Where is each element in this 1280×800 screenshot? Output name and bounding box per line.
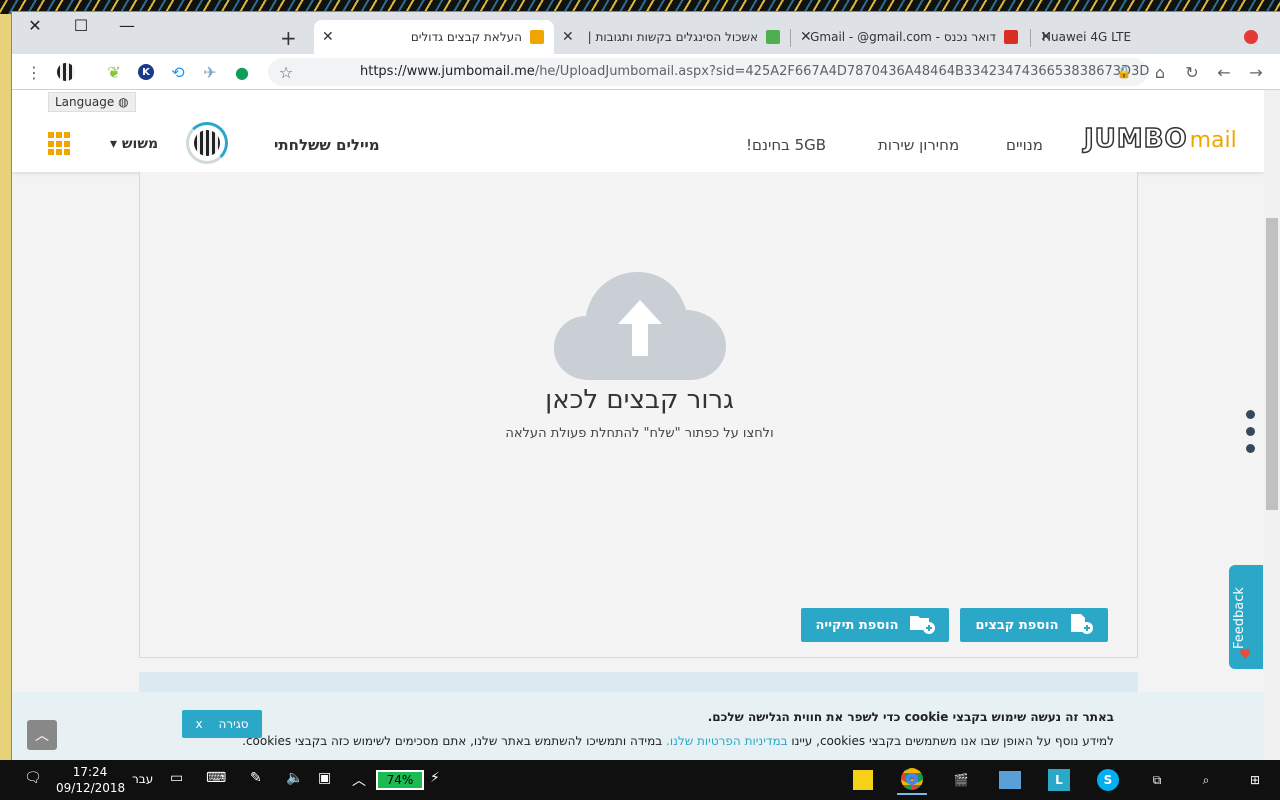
browser-toolbar: ⋮ ❦ K ⟲ ✈ ● ☆ https://www.jumbomail.me/h… — [12, 54, 1280, 90]
menu-kebab-icon[interactable]: ⋮ — [24, 62, 44, 82]
tab-title: דואר נכנס - Gmail - @gmail.com — [810, 30, 996, 44]
input-language[interactable]: עבר — [132, 772, 153, 786]
caret-down-icon: ▾ — [110, 136, 118, 152]
notification-icon[interactable]: 🗨 — [24, 770, 42, 786]
tab-title: אשכול הסינגלים בקשות ותגובות | — [587, 30, 758, 44]
show-hidden-icons-icon[interactable]: ︿ — [352, 770, 366, 790]
volume-icon[interactable]: 🔈 — [286, 770, 303, 786]
nav-free-link[interactable]: 5GB בחינם! — [746, 136, 826, 154]
back-icon[interactable]: ← — [1214, 62, 1234, 82]
add-folder-button[interactable]: הוספת תיקייה — [801, 608, 949, 642]
drop-zone[interactable]: גרור קבצים לכאן ולחצו על כפתור "שלח" להת… — [139, 172, 1138, 658]
tab-favicon-icon — [530, 30, 544, 44]
close-window-button[interactable]: ✕ — [12, 12, 58, 38]
cookie-banner: ︿ סגירה x באתר זה נעשה שימוש בקבצי cooki… — [12, 692, 1264, 760]
tab-close-icon[interactable]: ✕ — [562, 29, 574, 45]
pen-icon[interactable]: ✎ — [250, 770, 262, 786]
lock-icon[interactable]: 🔒 — [1114, 62, 1134, 82]
maximize-window-button[interactable]: ☐ — [58, 12, 104, 38]
tab-title: Huawei 4G LTE — [1042, 30, 1132, 44]
huawei-icon — [1244, 30, 1258, 44]
extension-plane-icon[interactable]: ✈ — [200, 62, 220, 82]
bookmark-star-icon[interactable]: ☆ — [276, 62, 296, 82]
side-menu-dots-icon[interactable] — [1246, 410, 1258, 461]
forward-icon[interactable]: → — [1246, 62, 1266, 82]
new-tab-button[interactable]: + — [280, 26, 297, 50]
l-app-icon[interactable]: L — [1044, 765, 1074, 795]
home-icon[interactable]: ⌂ — [1150, 62, 1170, 82]
tab-favicon-icon — [766, 30, 780, 44]
taskbar: 🗨 17:24 09/12/2018 עבר ▭ ⌨ ✎ 🔈 ▣ ︿ 74% ⚡… — [0, 760, 1280, 800]
tab-strip: ✕ ☐ — + העלאת קבצים גדולים ✕ אשכול הסינג… — [12, 12, 1280, 54]
user-menu[interactable]: משוש ▾ — [110, 136, 158, 152]
language-selector[interactable]: Language ◍ — [48, 92, 136, 112]
clock[interactable]: 17:24 09/12/2018 — [56, 764, 125, 796]
url-text[interactable]: https://www.jumbomail.me/he/UploadJumbom… — [360, 64, 1149, 79]
tab-close-icon[interactable]: ✕ — [322, 29, 334, 45]
network-icon[interactable]: ▣ — [318, 770, 331, 786]
start-windows-icon[interactable]: ⊞ — [1240, 765, 1270, 795]
apps-grid-icon[interactable] — [48, 132, 72, 156]
add-files-button[interactable]: הוספת קבצים — [960, 608, 1108, 642]
sticky-notes-icon[interactable] — [848, 765, 878, 795]
cookie-text: למידע נוסף על האופן שבו אנו משתמשים בקבצ… — [242, 734, 1114, 748]
skype-icon[interactable]: S — [1093, 765, 1123, 795]
touch-keyboard-icon[interactable]: ⌨ — [206, 770, 226, 786]
privacy-policy-link[interactable]: במדיניות הפרטיות שלנו. — [666, 734, 788, 748]
extension-avatar-icon[interactable] — [56, 62, 76, 82]
extension-hangouts-icon[interactable]: ● — [232, 62, 252, 82]
drop-title: גרור קבצים לכאן — [545, 385, 734, 415]
nav-pricing-link[interactable]: מחירון שירות — [878, 136, 959, 154]
drop-subtitle: ולחצו על כפתור "שלח" להתחלת פעולת העלאה — [505, 426, 774, 441]
tab-gmail[interactable]: דואר נכנס - Gmail - @gmail.com ✕ — [792, 20, 1028, 54]
tab-separator — [1030, 29, 1031, 47]
contacts-icon[interactable] — [995, 765, 1025, 795]
globe-icon: ◍ — [118, 95, 129, 109]
keyboard-layout-icon[interactable]: ▭ — [170, 770, 183, 786]
site-header: Language ◍ משוש ▾ מיילים ששלחתי 5GB בחינ… — [12, 90, 1264, 172]
tab-forum[interactable]: אשכול הסינגלים בקשות ותגובות | ✕ — [554, 20, 790, 54]
nav-subscriptions-link[interactable]: מנויים — [1006, 136, 1043, 154]
add-folder-icon — [909, 612, 935, 638]
my-mails-link[interactable]: מיילים ששלחתי — [274, 136, 380, 154]
cloud-upload-icon — [554, 272, 726, 380]
tab-title: העלאת קבצים גדולים — [410, 30, 522, 44]
feedback-tab[interactable]: Feedback ♥ — [1229, 565, 1263, 669]
avatar[interactable] — [186, 122, 228, 164]
task-view-icon[interactable]: ⧉ — [1142, 765, 1172, 795]
jumbomail-logo[interactable]: JUMBO mail — [1083, 123, 1236, 155]
video-editor-icon[interactable]: 🎬 — [946, 765, 976, 795]
tab-close-icon[interactable]: ✕ — [800, 29, 812, 45]
battery-indicator[interactable]: 74% — [376, 770, 424, 790]
page-content: Language ◍ משוש ▾ מיילים ששלחתי 5GB בחינ… — [12, 90, 1264, 760]
scrollbar-thumb[interactable] — [1266, 218, 1278, 510]
reload-icon[interactable]: ↻ — [1182, 62, 1202, 82]
power-plug-icon: ⚡ — [430, 770, 440, 786]
cookie-title: באתר זה נעשה שימוש בקבצי cookie כדי לשפר… — [707, 710, 1114, 724]
address-bar[interactable]: ☆ https://www.jumbomail.me/he/UploadJumb… — [268, 58, 1149, 86]
extension-k-icon[interactable]: K — [136, 62, 156, 82]
browser-window: ✕ ☐ — + העלאת קבצים גדולים ✕ אשכול הסינג… — [12, 12, 1280, 760]
gmail-icon — [1004, 30, 1018, 44]
tab-upload[interactable]: העלאת קבצים גדולים ✕ — [314, 20, 554, 54]
extension-sync-icon[interactable]: ⟲ — [168, 62, 188, 82]
tab-huawei[interactable]: Huawei 4G LTE ✕ — [1032, 20, 1268, 54]
heart-icon: ♥ — [1239, 647, 1252, 663]
tab-separator — [790, 29, 791, 47]
search-icon[interactable]: ⌕ — [1191, 765, 1221, 795]
chrome-icon[interactable] — [897, 765, 927, 795]
add-file-icon — [1069, 612, 1093, 638]
scroll-top-button[interactable]: ︿ — [27, 720, 57, 750]
tab-close-icon[interactable]: ✕ — [1040, 29, 1052, 45]
page-scrollbar[interactable] — [1264, 90, 1280, 760]
close-icon: x — [195, 717, 203, 731]
extension-leaf-icon[interactable]: ❦ — [104, 62, 124, 82]
minimize-window-button[interactable]: — — [104, 12, 150, 38]
